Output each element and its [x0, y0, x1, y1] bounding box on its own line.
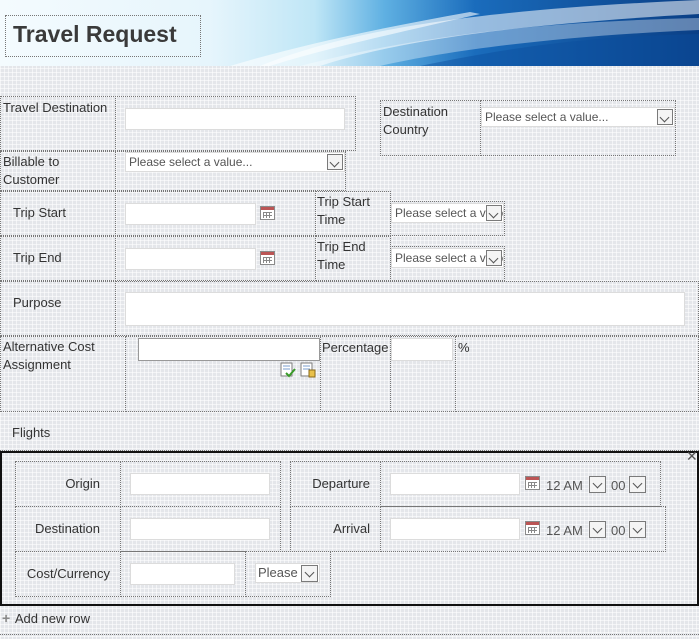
trip-end-input[interactable] [125, 248, 256, 270]
destination-country-label: Destination Country [383, 104, 449, 137]
calendar-icon[interactable] [260, 206, 275, 220]
percent-sign: % [458, 340, 470, 355]
calendar-icon[interactable] [260, 251, 275, 265]
trip-start-time-cell: Trip Start Time [315, 191, 391, 236]
chevron-down-icon[interactable] [589, 476, 606, 493]
trip-end-cell: Trip End [0, 236, 116, 281]
add-new-row-link[interactable]: + Add new row [2, 610, 90, 630]
destination-label: Destination [34, 521, 100, 536]
departure-label-cell: Departure [290, 461, 381, 507]
chevron-down-icon[interactable] [657, 109, 673, 125]
alt-cost-label: Alternative Cost Assignment [3, 339, 95, 372]
percentage-label: Percentage [322, 340, 389, 355]
cost-currency-label: Cost/Currency [26, 566, 110, 581]
add-new-row-label: Add new row [14, 611, 90, 626]
alt-cost-input[interactable] [138, 338, 320, 361]
trip-start-cell: Trip Start [0, 191, 116, 236]
chevron-down-icon[interactable] [486, 205, 502, 221]
trip-end-time-label: Trip End Time [317, 239, 366, 272]
chevron-down-icon[interactable] [629, 521, 646, 538]
footer-divider [0, 634, 699, 635]
add-icon: + [2, 610, 11, 626]
alt-cost-cell: Alternative Cost Assignment [0, 336, 126, 412]
destination-country-select[interactable]: Please select a value... [481, 107, 675, 127]
departure-hour-value[interactable]: 12 AM [546, 478, 583, 493]
trip-start-label: Trip Start [13, 205, 66, 220]
billable-select[interactable]: Please select a value... [125, 152, 345, 172]
travel-destination-input[interactable] [125, 108, 345, 130]
destination-input[interactable] [130, 518, 270, 540]
billable-label: Billable to Customer [3, 154, 60, 187]
arrival-hour-value[interactable]: 12 AM [546, 523, 583, 538]
chevron-down-icon[interactable] [486, 250, 502, 266]
departure-date-input[interactable] [390, 473, 520, 495]
arrival-minute-value[interactable]: 00 [611, 523, 625, 538]
destination-country-cell: Destination Country [380, 100, 481, 156]
arrival-label: Arrival [333, 521, 370, 536]
currency-select[interactable]: Please [255, 563, 320, 583]
purpose-label: Purpose [13, 295, 62, 310]
calendar-icon[interactable] [525, 476, 540, 490]
purpose-input[interactable] [125, 292, 685, 326]
travel-destination-label: Travel Destination [3, 100, 108, 115]
origin-label-cell: Origin [15, 461, 121, 507]
currency-select-value: Please [258, 565, 298, 580]
travel-destination-cell: Travel Destination [0, 96, 116, 151]
origin-input[interactable] [130, 473, 270, 495]
trip-end-time-select[interactable]: Please select a value... [391, 248, 504, 268]
trip-start-input[interactable] [125, 203, 256, 225]
chevron-down-icon[interactable] [629, 476, 646, 493]
cost-currency-label-cell: Cost/Currency [15, 551, 121, 597]
chevron-down-icon[interactable] [327, 154, 343, 170]
arrival-date-input[interactable] [390, 518, 520, 540]
trip-end-time-cell: Trip End Time [315, 236, 391, 281]
calendar-icon[interactable] [525, 521, 540, 535]
flights-section-header: Flights [0, 412, 699, 451]
browse-book-icon[interactable] [300, 362, 316, 378]
origin-label: Origin [65, 476, 100, 491]
departure-minute-value[interactable]: 00 [611, 478, 625, 493]
title-box: Travel Request [5, 15, 201, 57]
header-banner: Travel Request [0, 0, 699, 66]
billable-select-value: Please select a value... [129, 155, 253, 169]
address-book-check-icon[interactable] [280, 362, 296, 378]
departure-label: Departure [312, 476, 370, 491]
destination-label-cell: Destination [15, 506, 121, 552]
destination-country-select-value: Please select a value... [485, 110, 609, 124]
trip-start-time-select[interactable]: Please select a value... [391, 203, 504, 223]
percent-sign-cell: % [455, 336, 699, 412]
percentage-cell: Percentage [320, 336, 391, 412]
flights-section-label: Flights [12, 425, 51, 440]
chevron-down-icon[interactable] [589, 521, 606, 538]
chevron-down-icon[interactable] [301, 565, 318, 582]
trip-start-time-label: Trip Start Time [317, 194, 370, 227]
arrival-label-cell: Arrival [290, 506, 381, 552]
billable-cell: Billable to Customer [0, 151, 116, 191]
trip-end-label: Trip End [13, 250, 62, 265]
percentage-input[interactable] [391, 338, 453, 361]
page-title: Travel Request [13, 21, 177, 47]
cost-input[interactable] [130, 563, 235, 585]
purpose-cell: Purpose [0, 281, 116, 336]
close-icon[interactable]: ✕ [686, 449, 698, 463]
